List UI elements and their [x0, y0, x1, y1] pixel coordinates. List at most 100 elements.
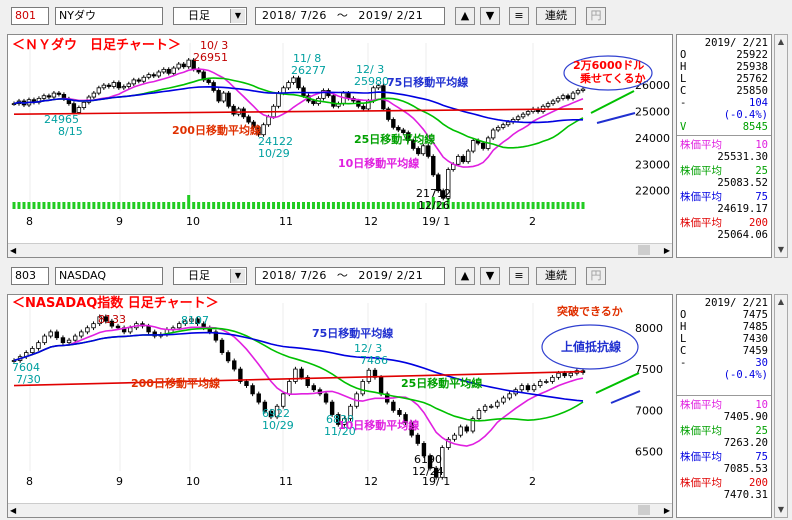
period-select[interactable]: 日足 ▼: [173, 267, 247, 285]
candle-body: [311, 385, 316, 391]
label-o: O: [680, 49, 687, 61]
info-panel: 2019/ 2/21 O 7475 H 7485 L 7430 C 7459 - 30 (…: [676, 294, 772, 518]
candle-body: [456, 155, 461, 165]
candle-body: [46, 95, 52, 98]
v-scrollbar[interactable]: ▲ ▼: [774, 294, 788, 518]
volume-bar: [257, 202, 261, 209]
down-arrow-icon[interactable]: ▼: [480, 7, 500, 25]
scroll-left-icon[interactable]: ◀: [10, 504, 16, 517]
volume-bar: [361, 202, 365, 209]
volume-bar: [22, 202, 26, 209]
candle-body: [495, 126, 501, 131]
candle-body: [206, 79, 211, 83]
renzoku-button[interactable]: 連続: [536, 267, 576, 285]
bubble-line2: 乗せてくるか: [580, 71, 645, 85]
info-volume: 8545: [742, 121, 768, 133]
h-scrollbar[interactable]: ◀ ▶: [8, 243, 672, 257]
candle-body: [81, 101, 87, 108]
candle-body: [489, 405, 494, 408]
stock-code-field[interactable]: 801: [11, 7, 49, 25]
scroll-down-icon[interactable]: ▼: [775, 503, 787, 517]
candle-body: [281, 393, 286, 407]
volume-bar: [37, 202, 41, 209]
volume-bar: [571, 202, 575, 209]
candle-body: [60, 337, 66, 344]
candle-body: [266, 116, 271, 126]
volume-bar: [152, 202, 156, 209]
candle-body: [391, 119, 396, 128]
volume-bar: [391, 202, 395, 209]
date-range-field[interactable]: 2018/ 7/26 ～ 2019/ 2/21: [255, 267, 445, 285]
up-arrow-icon[interactable]: ▲: [455, 267, 475, 285]
candle-body: [391, 401, 396, 411]
ma200-line: [13, 108, 584, 115]
menu-icon[interactable]: ≡: [509, 267, 529, 285]
annot-oct-high: 8107: [181, 314, 209, 327]
volume-bar: [336, 202, 340, 209]
x-tick-label: 11: [279, 475, 293, 488]
ma200-title: 株価平均: [680, 217, 722, 229]
x-tick-label: 10: [186, 475, 200, 488]
stock-name-field[interactable]: NYダウ: [55, 7, 163, 25]
info-close: 25850: [736, 85, 768, 97]
volume-bar: [107, 202, 111, 209]
candle-body: [570, 92, 576, 99]
scroll-left-icon[interactable]: ◀: [10, 244, 16, 257]
h-scrollbar[interactable]: ◀ ▶: [8, 503, 672, 517]
scroll-down-icon[interactable]: ▼: [775, 243, 787, 257]
chevron-down-icon[interactable]: ▼: [230, 269, 245, 283]
volume-bar: [536, 202, 540, 209]
v-scrollbar[interactable]: ▲ ▼: [774, 34, 788, 258]
period-select[interactable]: 日足 ▼: [173, 7, 247, 25]
chart-area[interactable]: 26000 25000 24000 23000 22000 8 9 10 11 12 19/ 12 …: [7, 34, 673, 258]
down-arrow-icon[interactable]: ▼: [480, 267, 500, 285]
candle-body: [416, 148, 421, 155]
volume-bar: [217, 202, 221, 209]
volume-bar: [202, 202, 206, 209]
yen-button[interactable]: 円: [586, 267, 606, 285]
renzoku-button[interactable]: 連続: [536, 7, 576, 25]
candle-body: [464, 426, 469, 432]
volume-bar: [282, 202, 286, 209]
ma200-period: 200: [749, 217, 768, 229]
arrow-green: [590, 90, 635, 114]
arrow-blue: [610, 390, 641, 404]
x-tick-label: 9: [116, 475, 123, 488]
chevron-down-icon[interactable]: ▼: [230, 9, 245, 23]
volume-bar: [267, 202, 271, 209]
date-range-field[interactable]: 2018/ 7/26 ～ 2019/ 2/21: [255, 7, 445, 25]
info-low: 7430: [742, 333, 768, 345]
scroll-right-icon[interactable]: ▶: [664, 244, 670, 257]
candle-body: [331, 95, 336, 107]
label-v: V: [680, 121, 687, 133]
yen-button[interactable]: 円: [586, 7, 606, 25]
up-arrow-icon[interactable]: ▲: [455, 7, 475, 25]
candle-body: [397, 409, 402, 415]
scroll-up-icon[interactable]: ▲: [775, 295, 787, 309]
volume-bar: [551, 202, 555, 209]
candle-body: [525, 111, 531, 115]
chart-area[interactable]: 8000 7500 7000 6500 8 9 10 11 12 19/ 12 ＜NASADAQ指…: [7, 294, 673, 518]
y-tick-label: 8000: [635, 322, 663, 335]
candle-body: [186, 59, 191, 68]
ma75-value: 7085.53: [723, 463, 768, 475]
volume-bar: [127, 202, 131, 209]
scroll-thumb[interactable]: [638, 245, 650, 255]
candle-body: [261, 124, 266, 136]
resistance-label: 上値抵抗線: [561, 339, 621, 354]
volume-bar: [57, 202, 61, 209]
y-tick-label: 23000: [635, 158, 670, 171]
scroll-right-icon[interactable]: ▶: [664, 504, 670, 517]
menu-icon[interactable]: ≡: [509, 7, 529, 25]
volume-bar: [87, 202, 91, 209]
candle-body: [500, 124, 506, 128]
info-open: 25922: [736, 49, 768, 61]
scroll-thumb[interactable]: [638, 505, 650, 515]
volume-bar: [242, 202, 246, 209]
candle-body: [250, 385, 255, 395]
label-l: L: [680, 73, 687, 85]
volume-bar: [471, 202, 475, 209]
stock-name-field[interactable]: NASDAQ: [55, 267, 163, 285]
scroll-up-icon[interactable]: ▲: [775, 35, 787, 49]
stock-code-field[interactable]: 803: [11, 267, 49, 285]
